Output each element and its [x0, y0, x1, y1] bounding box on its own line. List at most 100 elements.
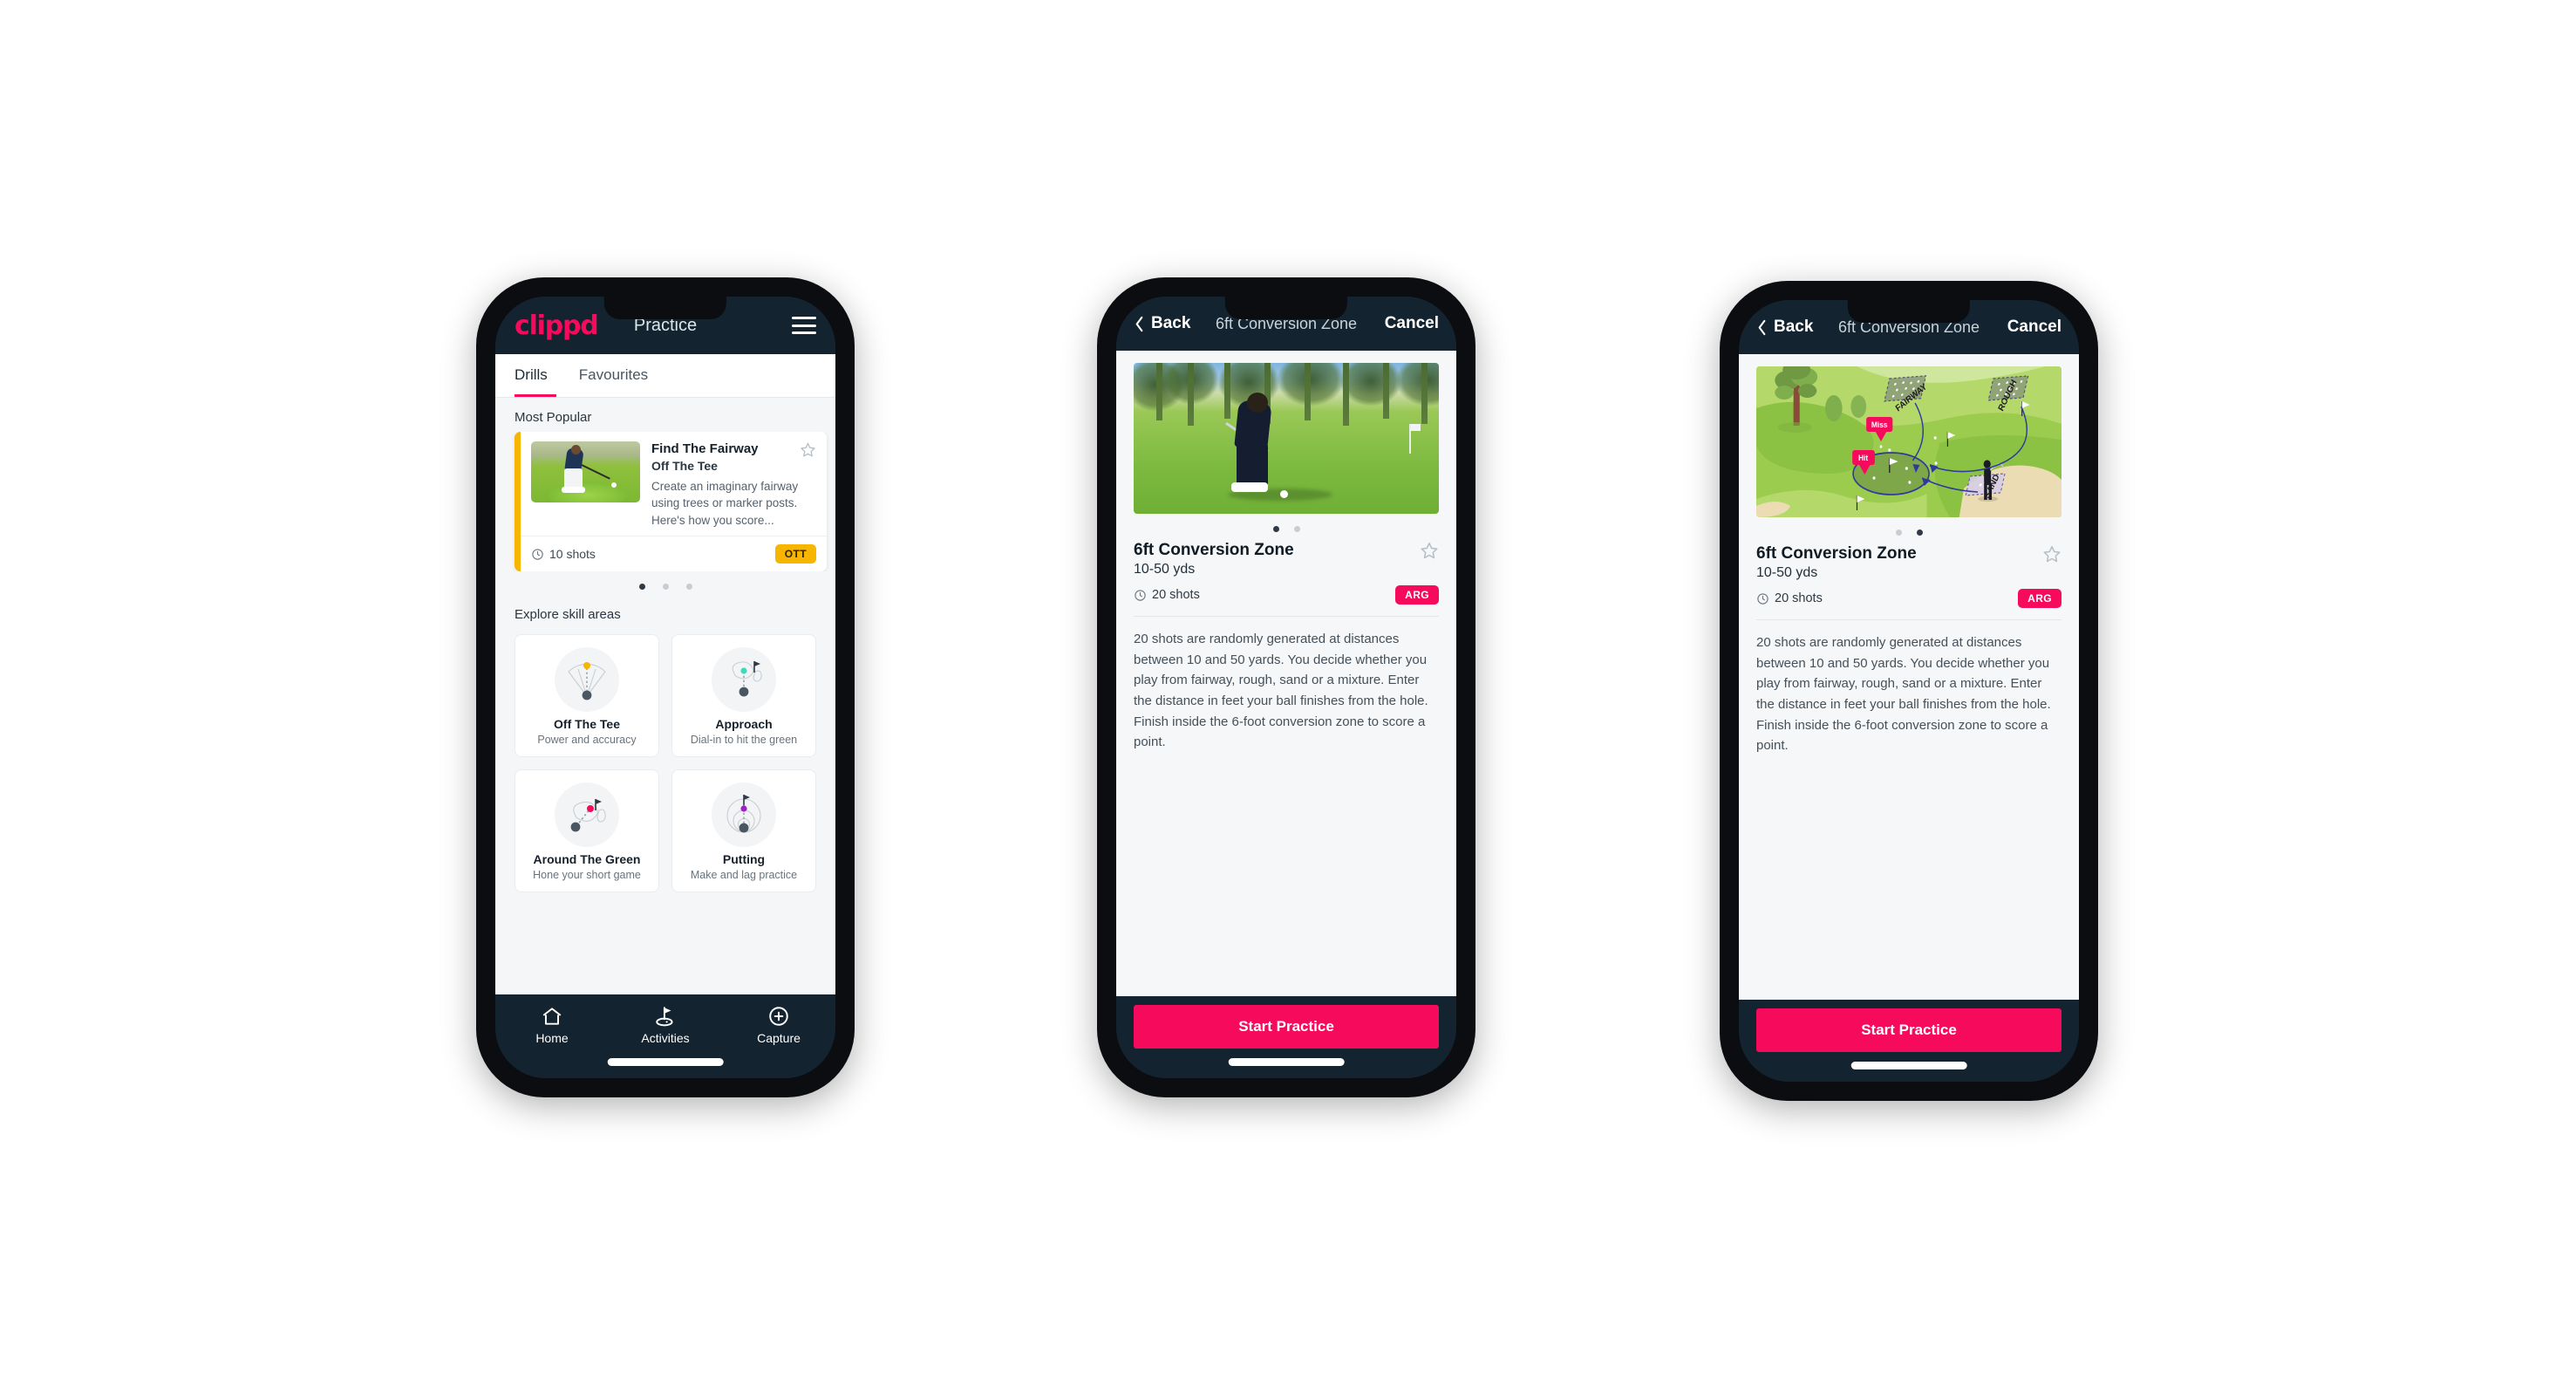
phone-notch [603, 297, 727, 319]
pagination-dot[interactable] [638, 584, 645, 591]
skill-name: Putting [722, 852, 766, 867]
phone-mockup-drill-detail-diagram: Back 6ft Conversion Zone Cancel FAIRWAY … [1720, 281, 2098, 1101]
back-button[interactable]: Back [1756, 318, 1813, 337]
phone2-screen: Back 6ft Conversion Zone Cancel 6ft Conv… [1116, 297, 1456, 1078]
skill-card-off-the-tee[interactable]: Off The Tee Power and accuracy [515, 634, 659, 758]
nav-label: Home [535, 1031, 569, 1045]
nav-item-home[interactable]: Home [495, 1005, 609, 1045]
drill-yardage: 10-50 yds [1756, 565, 1818, 580]
plus-circle-icon [767, 1005, 790, 1028]
back-button[interactable]: Back [1134, 314, 1190, 333]
nav-label: Capture [757, 1031, 801, 1045]
phone3-screen: Back 6ft Conversion Zone Cancel FAIRWAY … [1739, 300, 2079, 1082]
skill-card-around-the-green[interactable]: Around The Green Hone your short game [515, 769, 659, 893]
practice-scroll-area[interactable]: Most Popular Find The Fairway Off The Te… [495, 398, 835, 994]
chevron-left-icon [1756, 319, 1768, 336]
skill-card-approach[interactable]: Approach Dial-in to hit the green [671, 634, 816, 758]
carousel-pagination[interactable] [495, 571, 835, 595]
nav-item-activities[interactable]: Activities [609, 1005, 722, 1045]
phone-notch [1224, 297, 1348, 319]
drill-thumbnail [531, 441, 640, 502]
detail-content: FAIRWAY ROUGH SAND Miss Hit 6ft Conversi… [1739, 354, 2079, 1000]
drill-title: Find The Fairway [651, 441, 759, 456]
status-badge-arg: ARG [2018, 589, 2061, 608]
detail-content: 6ft Conversion Zone 10-50 yds 20 shots A… [1116, 351, 1456, 996]
skill-name: Approach [715, 717, 773, 732]
drill-media-diagram[interactable]: FAIRWAY ROUGH SAND Miss Hit [1756, 366, 2061, 517]
cancel-button[interactable]: Cancel [2007, 318, 2061, 337]
drill-subtitle: Off The Tee [651, 458, 718, 473]
drill-card-footer: 10 shots OTT [521, 536, 827, 571]
nav-item-capture[interactable]: Capture [722, 1005, 835, 1045]
cancel-button[interactable]: Cancel [1385, 314, 1439, 333]
home-indicator [607, 1058, 724, 1066]
phone-notch [1847, 300, 1971, 323]
start-practice-button[interactable]: Start Practice [1756, 1008, 2061, 1052]
pagination-dot[interactable] [685, 584, 692, 591]
detail-header: 6ft Conversion Zone 10-50 yds [1756, 544, 2061, 581]
pagination-dot[interactable] [662, 584, 669, 591]
skill-desc: Hone your short game [533, 869, 641, 882]
status-badge-ott: OTT [774, 544, 816, 564]
svg-text:Miss: Miss [1871, 420, 1888, 430]
tab-favourites[interactable]: Favourites [579, 354, 657, 397]
phone1-screen: clippd Practice Drills Favourites Most P… [495, 297, 835, 1078]
start-practice-button[interactable]: Start Practice [1134, 1005, 1439, 1049]
drill-card-top: Find The Fairway Off The Tee Create an i… [521, 432, 827, 536]
clock-icon [1134, 589, 1147, 602]
svg-text:Hit: Hit [1858, 454, 1868, 463]
pagination-dot[interactable] [1272, 526, 1279, 532]
drill-shots-label: 10 shots [549, 547, 596, 562]
home-icon [541, 1005, 563, 1028]
drill-description: Create an imaginary fairway using trees … [651, 479, 799, 527]
media-pagination[interactable] [1134, 514, 1439, 541]
skill-desc: Dial-in to hit the green [690, 734, 798, 747]
chevron-left-icon [1134, 316, 1145, 332]
golfer-chipping-photo [1134, 363, 1439, 514]
drill-card[interactable]: Find The Fairway Off The Tee Create an i… [515, 432, 827, 572]
phone-mockup-drill-detail-photo: Back 6ft Conversion Zone Cancel 6ft Conv… [1097, 277, 1475, 1097]
drill-shots-label: 20 shots [1152, 588, 1200, 602]
approach-green-icon [712, 647, 776, 713]
drill-detail-description: 20 shots are randomly generated at dista… [1756, 635, 2051, 754]
back-label: Back [1774, 318, 1814, 336]
section-explore-label: Explore skill areas [515, 607, 621, 623]
section-most-popular-label: Most Popular [515, 410, 592, 425]
clock-icon [531, 548, 544, 561]
skill-area-grid: Off The Tee Power and accuracy Approach … [495, 629, 835, 905]
pagination-dot[interactable] [1895, 530, 1902, 536]
nav-label: Activities [641, 1031, 690, 1045]
clock-icon [1756, 592, 1769, 605]
hamburger-menu-icon[interactable] [792, 317, 816, 334]
star-outline-icon[interactable] [800, 441, 816, 458]
skill-desc: Power and accuracy [537, 734, 637, 747]
drill-detail-title: 6ft Conversion Zone [1134, 541, 1294, 559]
status-badge-arg: ARG [1395, 585, 1439, 605]
tab-drills[interactable]: Drills [515, 354, 556, 397]
skill-card-putting[interactable]: Putting Make and lag practice [671, 769, 816, 893]
divider [1756, 619, 2061, 620]
golf-hole-diagram: FAIRWAY ROUGH SAND Miss Hit [1756, 366, 2061, 517]
pagination-dot[interactable] [1293, 526, 1300, 532]
drill-shots-label: 20 shots [1775, 591, 1823, 605]
skill-name: Off The Tee [554, 717, 620, 732]
drill-shots: 10 shots [531, 547, 596, 561]
tee-fan-icon [555, 647, 619, 713]
back-label: Back [1151, 314, 1191, 332]
drill-shots: 20 shots [1134, 588, 1200, 602]
star-outline-icon[interactable] [1420, 541, 1439, 560]
drill-media-photo[interactable] [1134, 363, 1439, 514]
star-outline-icon[interactable] [2042, 544, 2061, 564]
media-pagination[interactable] [1756, 517, 2061, 544]
pagination-dot[interactable] [1916, 530, 1923, 536]
around-green-icon [555, 782, 619, 848]
drill-shots: 20 shots [1756, 591, 1823, 605]
skill-name: Around The Green [533, 852, 641, 867]
home-indicator [1228, 1058, 1345, 1066]
most-popular-carousel[interactable]: Find The Fairway Off The Tee Create an i… [495, 432, 835, 572]
home-indicator [1850, 1062, 1967, 1069]
tab-bar: Drills Favourites [495, 354, 835, 398]
drill-card-text: Find The Fairway Off The Tee Create an i… [640, 441, 816, 529]
drill-yardage: 10-50 yds [1134, 562, 1196, 577]
phone-mockup-practice-list: clippd Practice Drills Favourites Most P… [476, 277, 855, 1097]
